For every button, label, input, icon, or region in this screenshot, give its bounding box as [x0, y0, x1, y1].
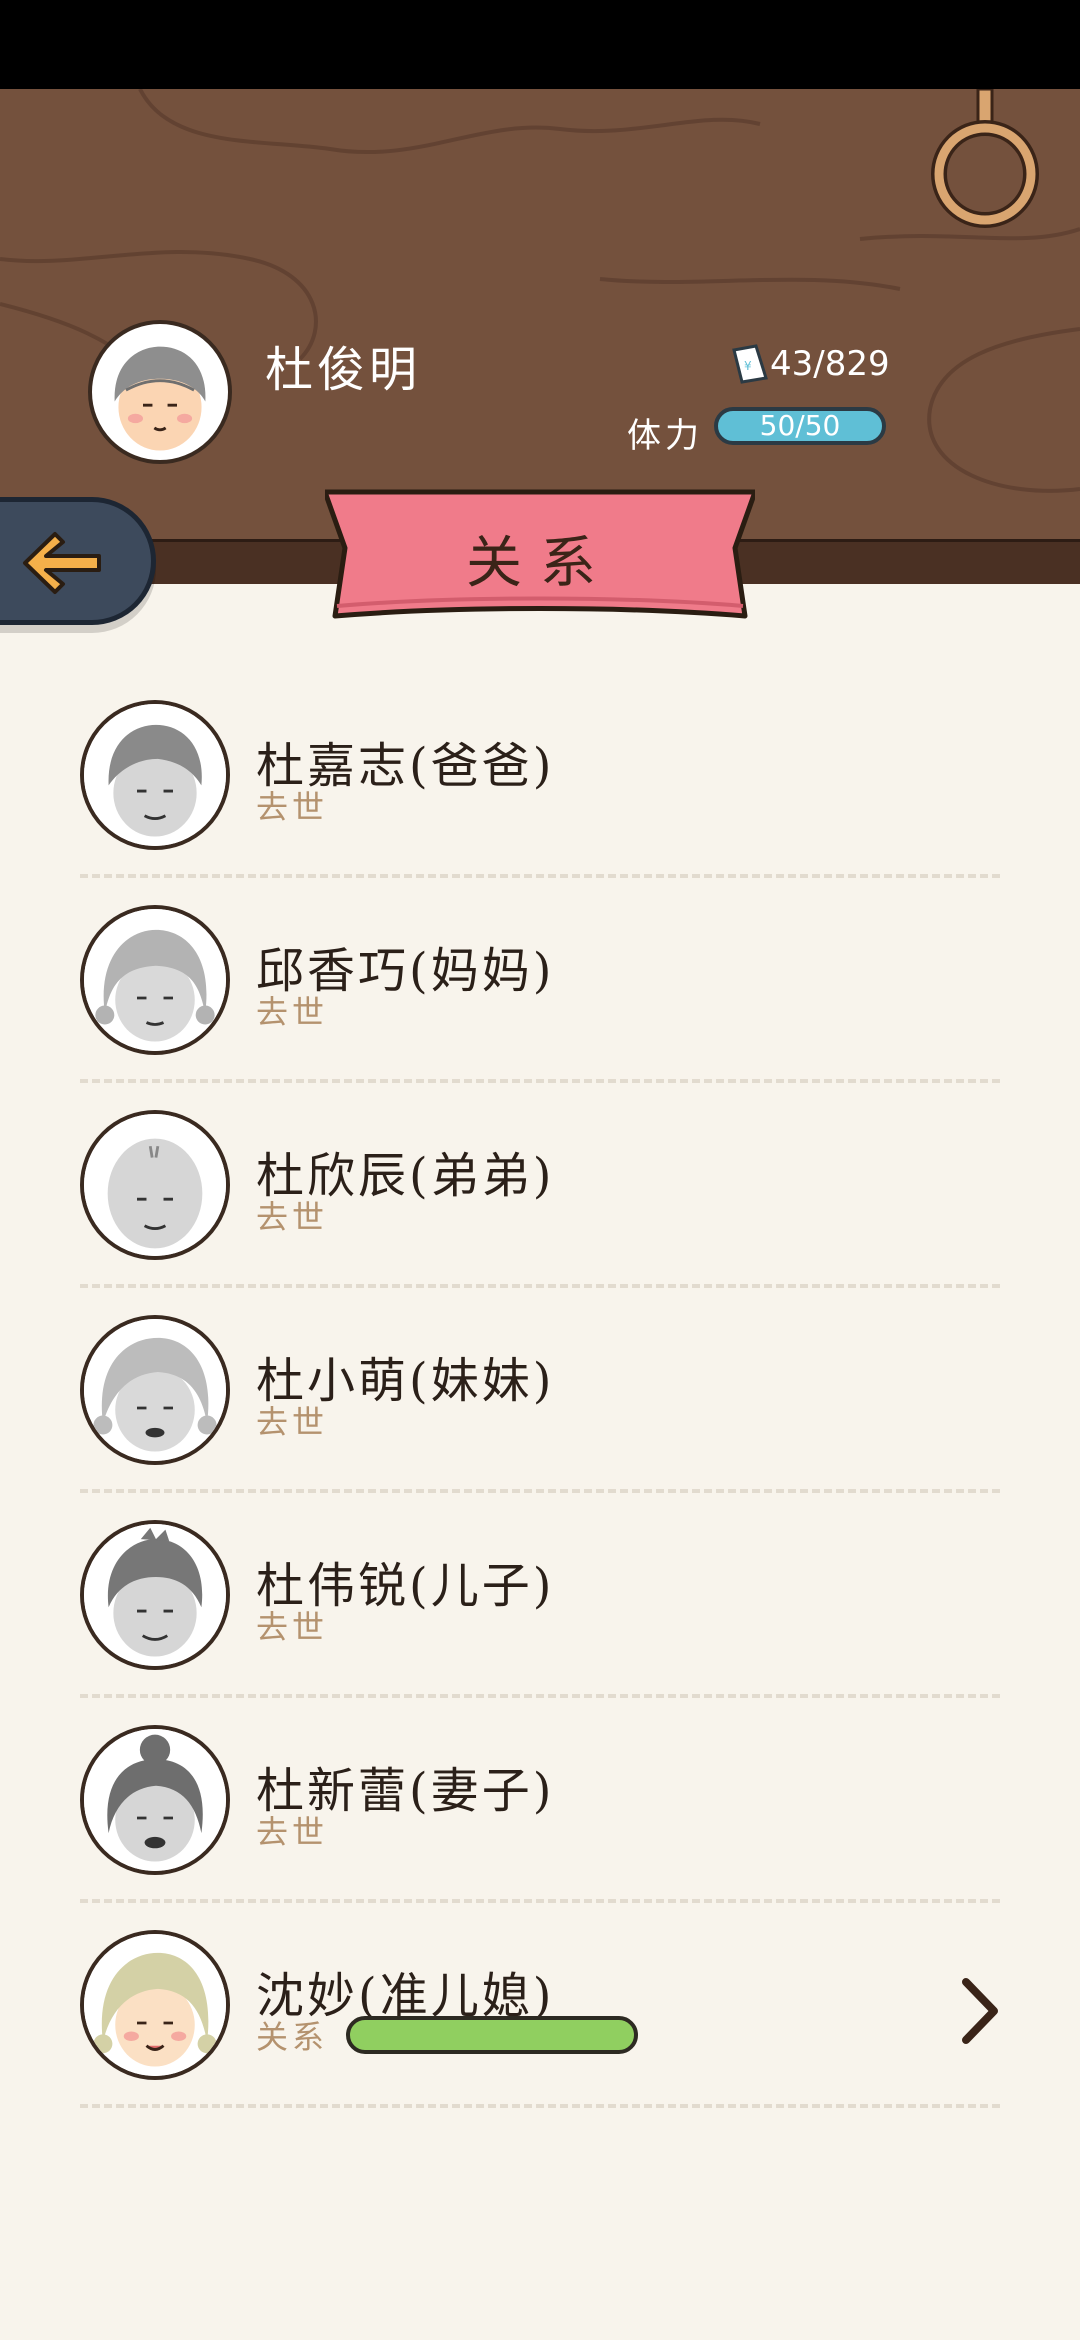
relation-row[interactable]: 杜伟锐(儿子) 去世 — [80, 1510, 1000, 1715]
relative-avatar — [80, 1725, 230, 1875]
row-divider — [80, 1489, 1000, 1493]
row-divider — [80, 874, 1000, 878]
title-banner: 关系 — [325, 488, 755, 628]
relative-avatar — [80, 1315, 230, 1465]
relation-row[interactable]: 杜欣辰(弟弟) 去世 — [80, 1100, 1000, 1305]
relation-row[interactable]: 沈妙(准儿媳) 关系 — [80, 1920, 1000, 2125]
relative-avatar — [80, 1930, 230, 2080]
relative-avatar — [80, 1520, 230, 1670]
relative-status: 去世 — [256, 1813, 329, 1851]
relation-row[interactable]: 杜新蕾(妻子) 去世 — [80, 1715, 1000, 1920]
relation-row[interactable]: 杜小萌(妹妹) 去世 — [80, 1305, 1000, 1510]
row-divider — [80, 1899, 1000, 1903]
money-note-icon: ¥ — [732, 344, 768, 384]
row-divider — [80, 1694, 1000, 1698]
player-name: 杜俊明 — [265, 342, 422, 398]
relation-row[interactable]: 邱香巧(妈妈) 去世 — [80, 895, 1000, 1100]
relative-avatar — [80, 700, 230, 850]
back-button[interactable] — [0, 497, 156, 625]
relation-row[interactable]: 杜嘉志(爸爸) 去世 — [80, 690, 1000, 895]
page-title: 关系 — [466, 531, 614, 596]
hanging-ring-icon[interactable] — [930, 89, 1040, 239]
row-divider — [80, 1284, 1000, 1288]
stamina-label: 体力 — [627, 416, 703, 456]
back-arrow-icon — [23, 532, 101, 594]
row-divider — [80, 1079, 1000, 1083]
relative-status: 去世 — [256, 993, 329, 1031]
row-divider — [80, 2104, 1000, 2108]
relative-status: 去世 — [256, 1198, 329, 1236]
svg-text:¥: ¥ — [744, 359, 752, 373]
relative-status: 去世 — [256, 788, 329, 826]
relative-status: 去世 — [256, 1403, 329, 1441]
relation-level-bar — [346, 2016, 638, 2054]
relative-avatar — [80, 905, 230, 1055]
status-bar — [0, 0, 1080, 89]
relative-status: 去世 — [256, 1608, 329, 1646]
wood-grain — [0, 89, 1080, 493]
wood-header — [0, 89, 1080, 539]
money-counter: 43/829 — [770, 344, 890, 384]
player-avatar[interactable] — [88, 320, 232, 464]
chevron-right-icon[interactable] — [960, 1978, 1000, 2044]
stamina-bar: 50/50 — [714, 407, 886, 445]
relative-avatar — [80, 1110, 230, 1260]
relation-label: 关系 — [256, 2018, 329, 2056]
